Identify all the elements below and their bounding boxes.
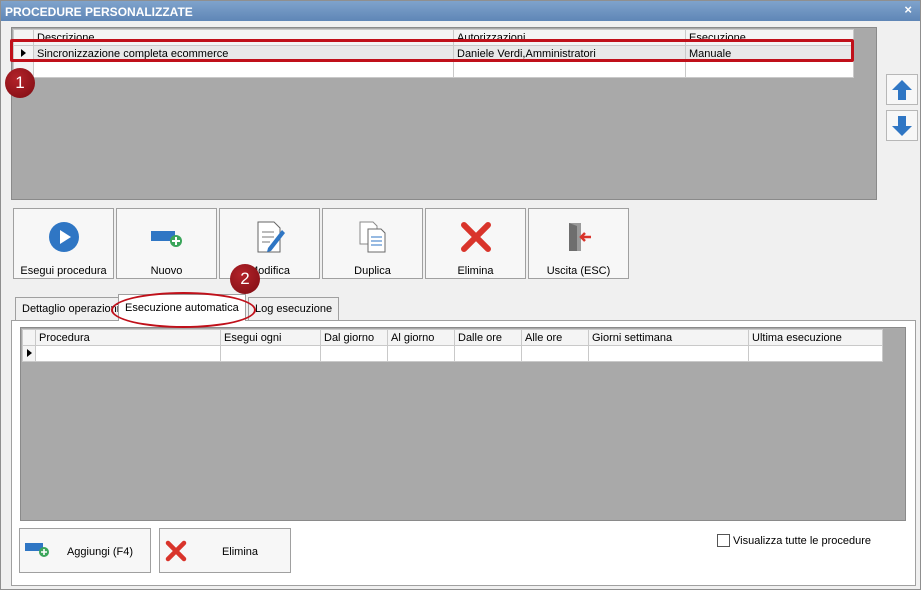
annotation-badge-2: 2 — [230, 264, 260, 294]
tab-esecuzione-automatica[interactable]: Esecuzione automatica — [118, 294, 246, 321]
column-header-dalle-ore[interactable]: Dalle ore — [454, 329, 522, 346]
procedures-table: Descrizione Autorizzazioni Esecuzione Si… — [13, 29, 854, 78]
cell-empty[interactable] — [453, 61, 686, 78]
tab-log-esecuzione[interactable]: Log esecuzione — [248, 297, 340, 320]
column-header-autorizzazioni[interactable]: Autorizzazioni — [453, 29, 686, 46]
run-procedure-button[interactable]: Esegui procedura — [13, 208, 114, 279]
column-header-esecuzione[interactable]: Esecuzione — [685, 29, 854, 46]
cell-empty[interactable] — [748, 345, 883, 362]
column-header-dal-giorno[interactable]: Dal giorno — [320, 329, 388, 346]
row-header-corner — [22, 329, 36, 346]
row-selector[interactable] — [22, 345, 36, 362]
exit-door-icon — [568, 223, 591, 251]
duplicate-icon — [359, 221, 385, 253]
duplicate-button[interactable]: Duplica — [322, 208, 423, 279]
column-header-procedura[interactable]: Procedura — [35, 329, 221, 346]
cell-empty[interactable] — [220, 345, 321, 362]
arrow-up-icon — [892, 79, 912, 100]
column-header-descrizione[interactable]: Descrizione — [33, 29, 454, 46]
window-titlebar: PROCEDURE PERSONALIZZATE × — [1, 1, 920, 21]
table-row-new[interactable] — [22, 345, 883, 362]
arrow-down-icon — [892, 115, 912, 136]
table-row-empty[interactable] — [13, 61, 854, 78]
tab-dettaglio-operazioni[interactable]: Dettaglio operazioni — [15, 297, 127, 320]
new-label: Nuovo — [150, 265, 183, 277]
procedures-window: PROCEDURE PERSONALIZZATE × Descrizione A… — [0, 0, 921, 590]
move-up-button[interactable] — [886, 74, 918, 105]
window-title: PROCEDURE PERSONALIZZATE — [5, 5, 193, 19]
duplicate-label: Duplica — [354, 265, 391, 277]
cell-empty[interactable] — [454, 345, 522, 362]
delete-button[interactable]: Elimina — [425, 208, 526, 279]
row-header-corner — [13, 29, 34, 46]
checkbox-label: Visualizza tutte le procedure — [733, 534, 871, 547]
delete-label: Elimina — [457, 265, 494, 277]
cell-empty[interactable] — [685, 61, 854, 78]
move-down-button[interactable] — [886, 110, 918, 141]
column-header-al-giorno[interactable]: Al giorno — [387, 329, 455, 346]
cell-empty[interactable] — [33, 61, 454, 78]
column-header-ultima-esecuzione[interactable]: Ultima esecuzione — [748, 329, 883, 346]
column-header-alle-ore[interactable]: Alle ore — [521, 329, 589, 346]
cell-autorizzazioni[interactable]: Daniele Verdi,Amministratori — [453, 45, 686, 62]
cell-descrizione[interactable]: Sincronizzazione completa ecommerce — [33, 45, 454, 62]
cell-empty[interactable] — [35, 345, 221, 362]
cell-empty[interactable] — [588, 345, 749, 362]
show-all-procedures-checkbox[interactable]: Visualizza tutte le procedure — [717, 534, 871, 547]
edit-document-icon — [257, 221, 285, 253]
play-icon — [48, 222, 79, 252]
close-icon[interactable]: × — [904, 2, 912, 17]
table-row[interactable]: Sincronizzazione completa ecommerce Dani… — [13, 45, 854, 62]
current-row-icon — [26, 348, 32, 357]
new-button[interactable]: Nuovo — [116, 208, 217, 279]
cell-esecuzione[interactable]: Manuale — [685, 45, 854, 62]
delete-x-icon — [460, 222, 491, 252]
schedule-table: Procedura Esegui ogni Dal giorno Al gior… — [22, 329, 883, 362]
checkbox-box[interactable] — [717, 534, 730, 547]
column-header-giorni-settimana[interactable]: Giorni settimana — [588, 329, 749, 346]
column-header-esegui-ogni[interactable]: Esegui ogni — [220, 329, 321, 346]
cell-empty[interactable] — [387, 345, 455, 362]
add-label: Aggiungi (F4) — [66, 546, 134, 558]
procedures-grid: Descrizione Autorizzazioni Esecuzione Si… — [11, 27, 877, 200]
row-selector[interactable] — [13, 45, 34, 62]
add-item-icon — [150, 231, 182, 247]
add-button[interactable]: Aggiungi (F4) — [19, 528, 151, 573]
remove-label: Elimina — [221, 546, 259, 558]
schedule-header-row: Procedura Esegui ogni Dal giorno Al gior… — [22, 329, 883, 346]
annotation-badge-1: 1 — [5, 68, 35, 98]
run-procedure-label: Esegui procedura — [20, 265, 107, 277]
remove-button[interactable]: Elimina — [159, 528, 291, 573]
cell-empty[interactable] — [320, 345, 388, 362]
exit-button[interactable]: Uscita (ESC) — [528, 208, 629, 279]
exit-label: Uscita (ESC) — [546, 265, 611, 277]
procedures-header-row: Descrizione Autorizzazioni Esecuzione — [13, 29, 854, 46]
schedule-grid: Procedura Esegui ogni Dal giorno Al gior… — [20, 327, 906, 521]
cell-empty[interactable] — [521, 345, 589, 362]
current-row-icon — [21, 48, 26, 57]
